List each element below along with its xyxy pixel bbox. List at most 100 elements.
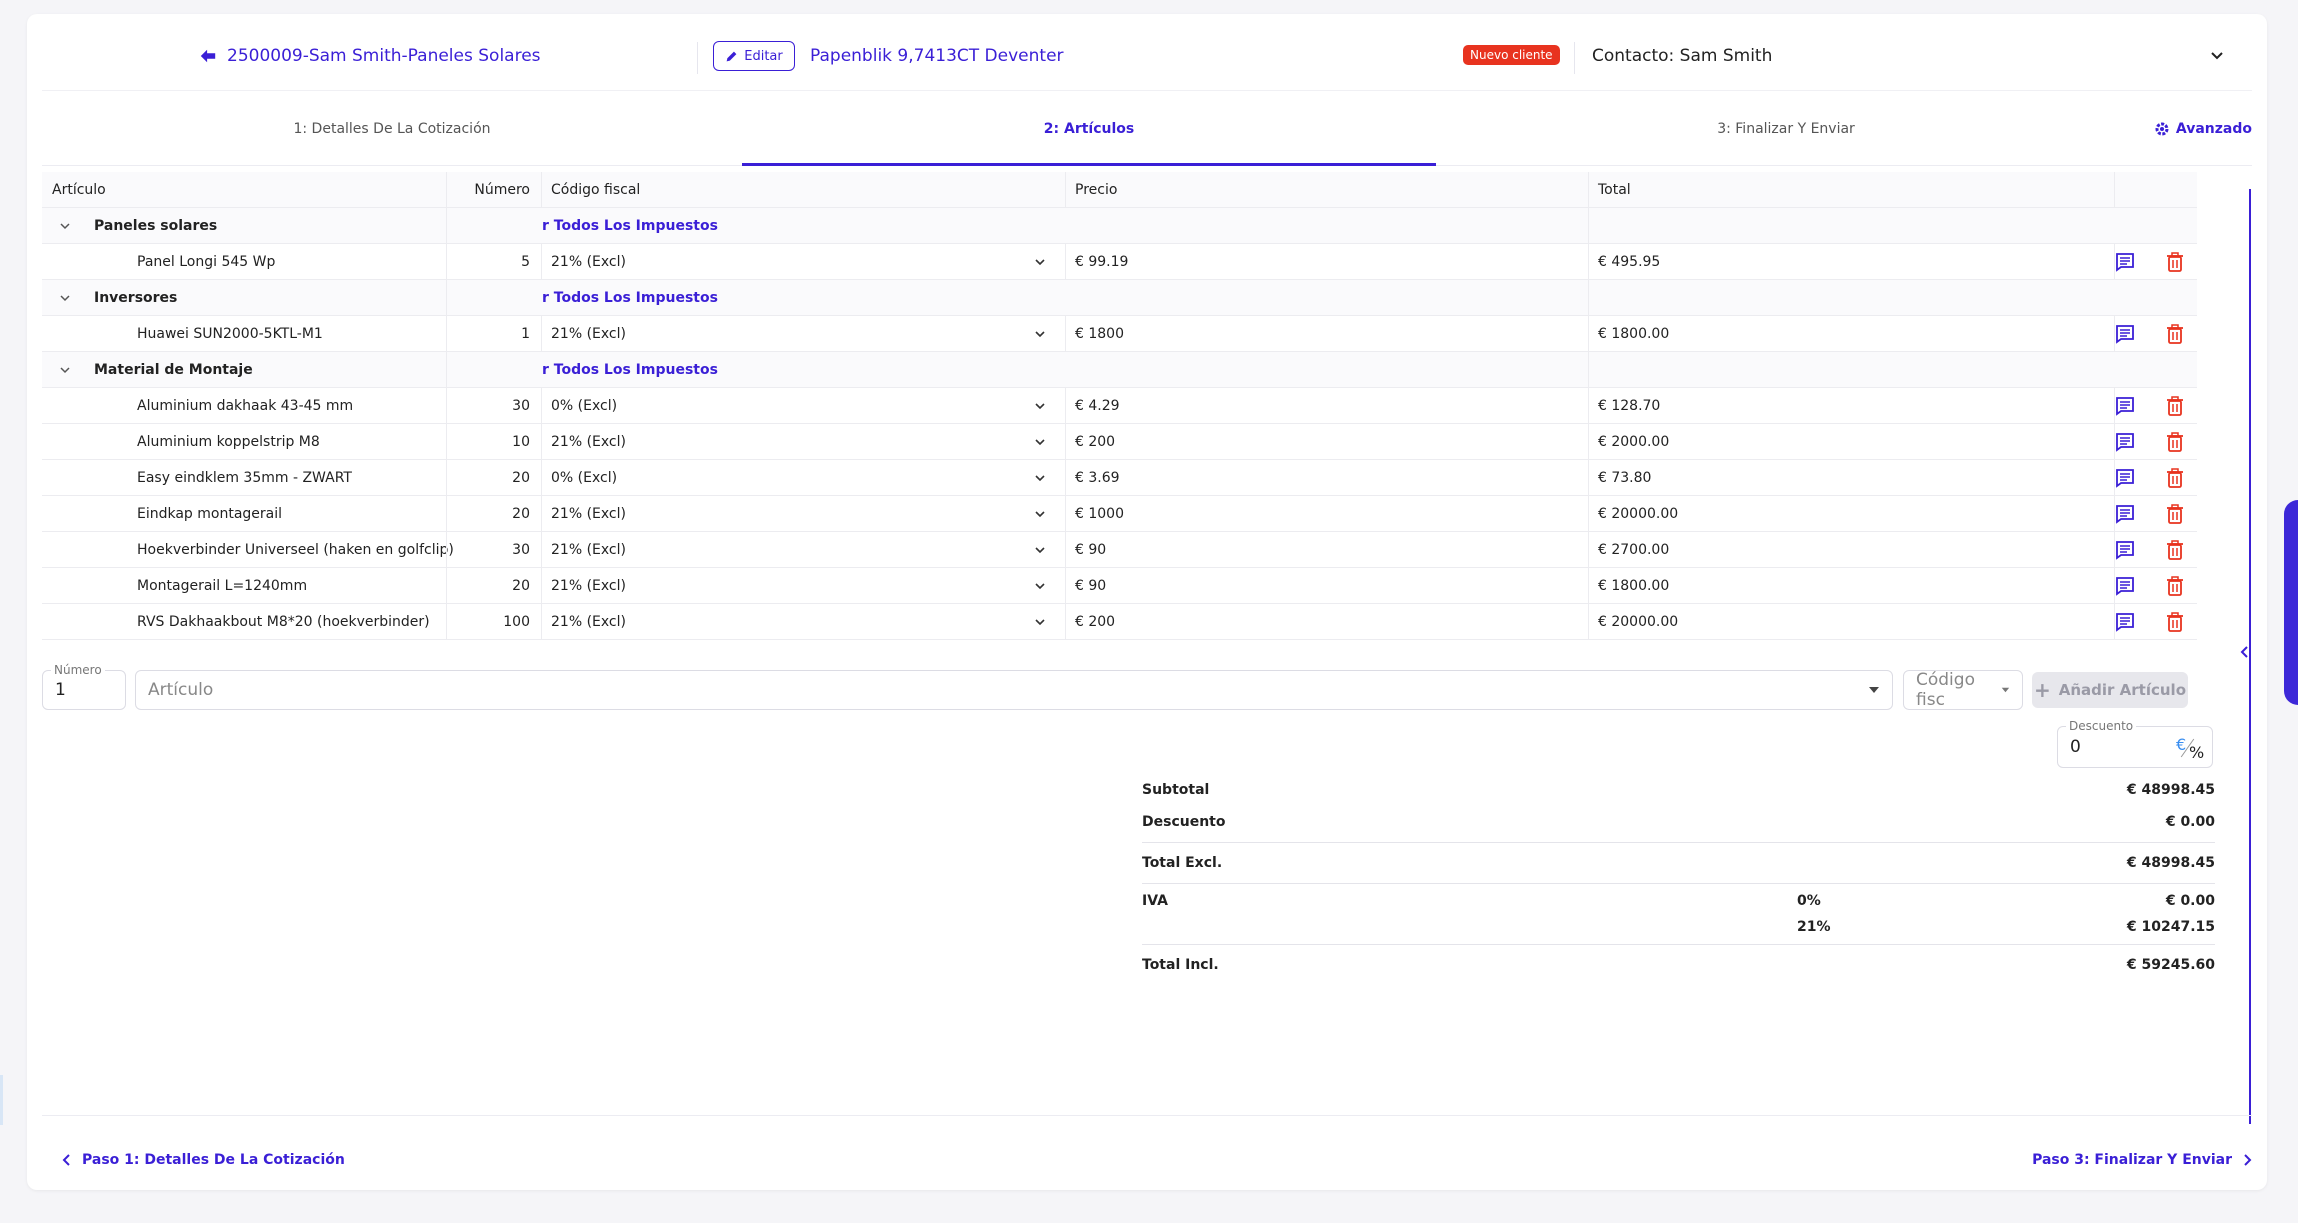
customer-address[interactable]: Papenblik 9,7413CT Deventer	[810, 46, 1064, 66]
trash-icon[interactable]	[2164, 575, 2186, 597]
next-step-label: Paso 3: Finalizar Y Enviar	[2032, 1152, 2232, 1168]
item-name: Aluminium dakhaak 43-45 mm	[137, 397, 354, 414]
trash-icon[interactable]	[2164, 251, 2186, 273]
item-tax-select[interactable]: 21% (Excl)	[551, 244, 1057, 279]
item-price[interactable]: € 200	[1075, 604, 1115, 639]
item-tax-select[interactable]: 21% (Excl)	[551, 532, 1057, 567]
comment-icon[interactable]	[2114, 611, 2136, 633]
next-step-link[interactable]: Paso 3: Finalizar Y Enviar	[2032, 1152, 2252, 1168]
item-price[interactable]: € 1000	[1075, 496, 1124, 531]
group-row: Inversores r Todos Los Impuestos	[42, 280, 2197, 316]
item-qty[interactable]: 20	[446, 496, 540, 531]
tax-code-select[interactable]: Código fisc	[1903, 670, 2023, 710]
item-qty[interactable]: 10	[446, 424, 540, 459]
quote-title: 2500009-Sam Smith-Paneles Solares	[227, 46, 541, 66]
currency-percent-toggle[interactable]: € %	[2172, 733, 2206, 762]
chevron-down-icon[interactable]	[2207, 46, 2227, 66]
item-name: Huawei SUN2000-5KTL-M1	[137, 325, 323, 342]
item-price[interactable]: € 99.19	[1075, 244, 1128, 279]
side-drawer-tab[interactable]	[2284, 500, 2298, 705]
total-excl-value: € 48998.45	[2126, 855, 2215, 871]
comment-icon[interactable]	[2114, 323, 2136, 345]
table-row: Hoekverbinder Universeel (haken en golfc…	[42, 532, 2197, 568]
back-link[interactable]: 2500009-Sam Smith-Paneles Solares	[199, 46, 541, 66]
discount-input[interactable]: Descuento 0 € %	[2057, 719, 2213, 768]
chevron-down-icon[interactable]	[58, 363, 72, 377]
item-tax-select[interactable]: 21% (Excl)	[551, 568, 1057, 603]
chevron-left-icon[interactable]	[2237, 644, 2253, 660]
item-price[interactable]: € 4.29	[1075, 388, 1120, 423]
item-tax-select[interactable]: 0% (Excl)	[551, 388, 1057, 423]
tax-code-placeholder: Código fisc	[1916, 670, 1975, 710]
advanced-button[interactable]: Avanzado	[2154, 91, 2252, 167]
comment-icon[interactable]	[2114, 575, 2136, 597]
item-tax-select[interactable]: 21% (Excl)	[551, 496, 1057, 531]
item-tax: 21% (Excl)	[551, 577, 626, 594]
subtotal-label: Subtotal	[1142, 782, 1210, 798]
item-tax-select[interactable]: 21% (Excl)	[551, 316, 1057, 351]
item-qty[interactable]: 1	[446, 316, 540, 351]
trash-icon[interactable]	[2164, 539, 2186, 561]
item-tax-select[interactable]: 21% (Excl)	[551, 424, 1057, 459]
header-divider	[1574, 42, 1575, 74]
item-qty[interactable]: 20	[446, 460, 540, 495]
item-price[interactable]: € 1800	[1075, 316, 1124, 351]
chevron-down-icon[interactable]	[58, 291, 72, 305]
item-qty[interactable]: 30	[446, 388, 540, 423]
item-price[interactable]: € 90	[1075, 532, 1106, 567]
trash-icon[interactable]	[2164, 503, 2186, 525]
trash-icon[interactable]	[2164, 611, 2186, 633]
add-article-button[interactable]: + Añadir Artículo	[2032, 672, 2188, 708]
comment-icon[interactable]	[2114, 395, 2136, 417]
item-tax-select[interactable]: 0% (Excl)	[551, 460, 1057, 495]
item-qty[interactable]: 5	[446, 244, 540, 279]
previous-step-label: Paso 1: Detalles De La Cotización	[82, 1152, 345, 1168]
item-price[interactable]: € 200	[1075, 424, 1115, 459]
discount-row: Descuento € 0.00	[1142, 806, 2215, 838]
comment-icon[interactable]	[2114, 251, 2136, 273]
group-name: Material de Montaje	[94, 361, 253, 378]
item-tax: 21% (Excl)	[551, 253, 626, 270]
table-row: Aluminium koppelstrip M8 10 21% (Excl) €…	[42, 424, 2197, 460]
gear-icon	[2155, 122, 2169, 136]
comment-icon[interactable]	[2114, 503, 2136, 525]
all-taxes-link[interactable]: r Todos Los Impuestos	[542, 208, 718, 243]
tab-finalize[interactable]: 3: Finalizar Y Enviar	[1436, 91, 2136, 167]
tab-articles[interactable]: 2: Artículos	[742, 91, 1436, 167]
caret-down-icon	[1869, 687, 1879, 693]
trash-icon[interactable]	[2164, 467, 2186, 489]
article-select[interactable]: Artículo	[135, 670, 1893, 710]
all-taxes-link[interactable]: r Todos Los Impuestos	[542, 280, 718, 315]
item-total: € 73.80	[1598, 469, 1652, 486]
vat-row: 21% € 10247.15	[1142, 914, 2215, 940]
edit-button[interactable]: Editar	[713, 41, 795, 71]
item-qty[interactable]: 20	[446, 568, 540, 603]
chevron-down-icon	[1035, 618, 1045, 625]
table-row: Easy eindklem 35mm - ZWART 20 0% (Excl) …	[42, 460, 2197, 496]
previous-step-link[interactable]: Paso 1: Detalles De La Cotización	[62, 1152, 345, 1168]
column-tax: Código fiscal	[551, 181, 641, 198]
all-taxes-link[interactable]: r Todos Los Impuestos	[542, 352, 718, 387]
item-price[interactable]: € 90	[1075, 568, 1106, 603]
comment-icon[interactable]	[2114, 539, 2136, 561]
comment-icon[interactable]	[2114, 467, 2136, 489]
add-item-row: Número 1 Artículo Código fisc + Añadir A…	[42, 663, 2197, 712]
item-price[interactable]: € 3.69	[1075, 460, 1120, 495]
trash-icon[interactable]	[2164, 431, 2186, 453]
trash-icon[interactable]	[2164, 395, 2186, 417]
tab-quote-details[interactable]: 1: Detalles De La Cotización	[42, 91, 742, 167]
vat-rate: 21%	[1797, 919, 1831, 935]
comment-icon[interactable]	[2114, 431, 2136, 453]
trash-icon[interactable]	[2164, 323, 2186, 345]
item-tax: 0% (Excl)	[551, 469, 618, 486]
total-excl-row: Total Excl. € 48998.45	[1142, 847, 2215, 879]
number-input[interactable]: Número 1	[42, 663, 126, 710]
contact-selector[interactable]: Contacto: Sam Smith	[1592, 46, 1772, 66]
item-tax-select[interactable]: 21% (Excl)	[551, 604, 1057, 639]
chevron-down-icon	[1035, 402, 1045, 409]
item-qty[interactable]: 100	[446, 604, 540, 639]
chevron-down-icon[interactable]	[58, 219, 72, 233]
item-qty[interactable]: 30	[446, 532, 540, 567]
item-name: Hoekverbinder Universeel (haken en golfc…	[137, 541, 454, 558]
item-tax: 21% (Excl)	[551, 433, 626, 450]
